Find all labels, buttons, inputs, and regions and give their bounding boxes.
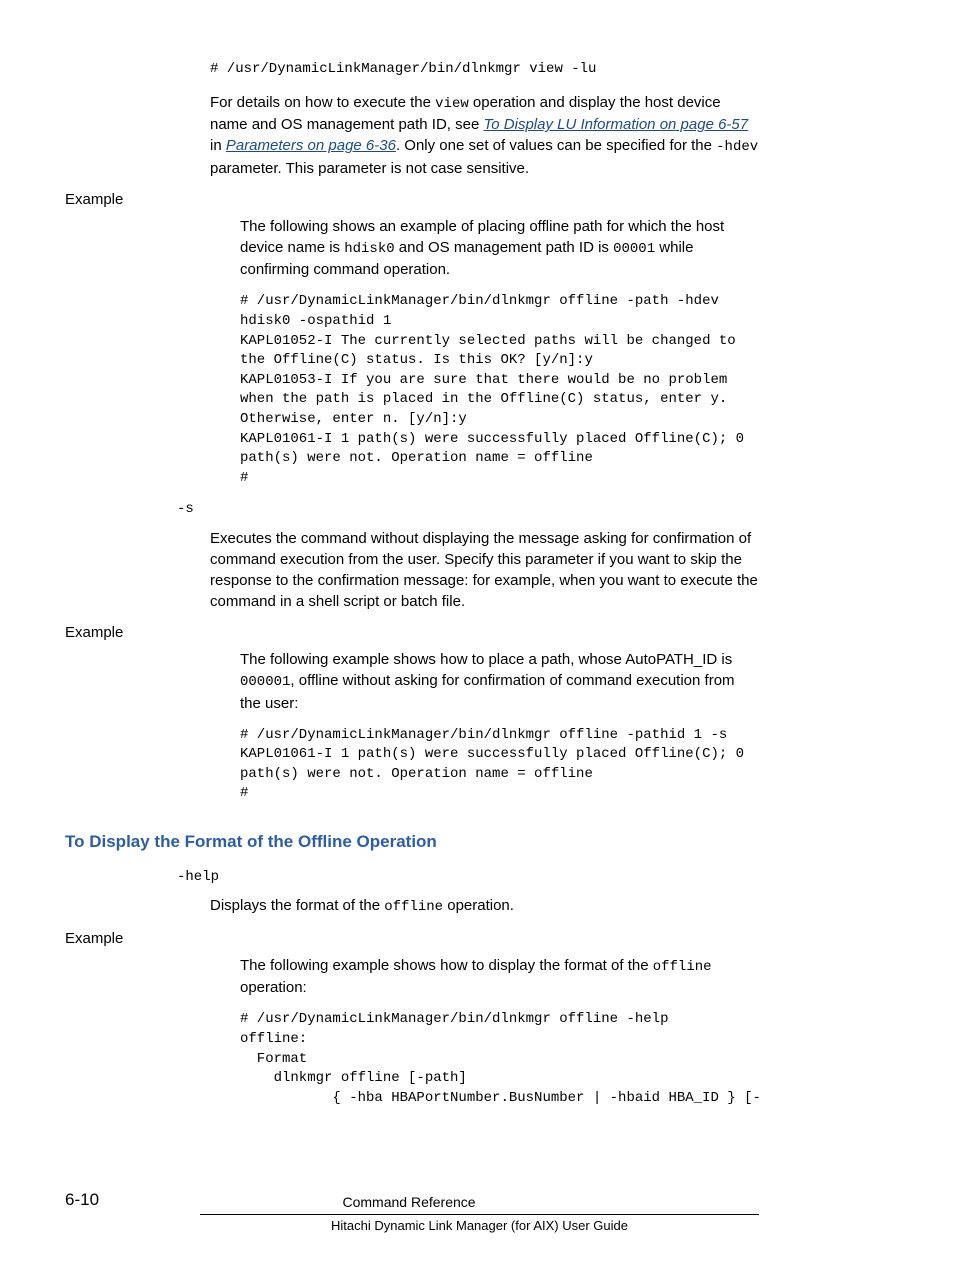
param-s: -s — [177, 500, 759, 520]
text: For details on how to execute the — [210, 94, 435, 111]
inline-code: -hdev — [716, 139, 758, 155]
section-heading: To Display the Format of the Offline Ope… — [65, 830, 759, 854]
command-line: # /usr/DynamicLinkManager/bin/dlnkmgr vi… — [210, 60, 759, 80]
param-s-description: Executes the command without displaying … — [210, 528, 759, 612]
footer-title: Command Reference — [342, 1193, 475, 1213]
text: operation. — [443, 897, 514, 914]
example-heading: Example — [65, 189, 759, 210]
text: parameter. This parameter is not case se… — [210, 160, 529, 177]
code-block: # /usr/DynamicLinkManager/bin/dlnkmgr of… — [240, 1010, 759, 1108]
text: , offline without asking for confirmatio… — [240, 672, 735, 712]
page-number: 6-10 — [65, 1188, 99, 1212]
page-footer: 6-10 Command Reference Hitachi Dynamic L… — [65, 1188, 759, 1235]
inline-code: offline — [384, 899, 443, 915]
paragraph: For details on how to execute the view o… — [210, 92, 759, 179]
footer-rule — [200, 1214, 759, 1215]
footer-subtitle: Hitachi Dynamic Link Manager (for AIX) U… — [200, 1217, 759, 1235]
text: in — [210, 137, 226, 154]
link-lu-info[interactable]: To Display LU Information on page 6-57 — [484, 116, 749, 133]
text: operation: — [240, 979, 307, 996]
example-description: The following shows an example of placin… — [240, 216, 759, 281]
inline-code: 00001 — [613, 241, 655, 257]
code-block: # /usr/DynamicLinkManager/bin/dlnkmgr of… — [240, 726, 759, 804]
code-block: # /usr/DynamicLinkManager/bin/dlnkmgr of… — [240, 292, 759, 488]
text: . Only one set of values can be specifie… — [396, 137, 716, 154]
param-help-description: Displays the format of the offline opera… — [210, 895, 759, 918]
example-description: The following example shows how to displ… — [240, 955, 759, 999]
inline-code: hdisk0 — [344, 241, 394, 257]
text: Displays the format of the — [210, 897, 384, 914]
inline-code: offline — [653, 959, 712, 975]
example-heading: Example — [65, 928, 759, 949]
example-description: The following example shows how to place… — [240, 649, 759, 714]
text: The following example shows how to displ… — [240, 957, 653, 974]
example-heading: Example — [65, 622, 759, 643]
link-parameters[interactable]: Parameters on page 6-36 — [226, 137, 396, 154]
inline-code: view — [435, 96, 469, 112]
param-help: -help — [177, 868, 759, 888]
text: and OS management path ID is — [395, 239, 613, 256]
text: The following example shows how to place… — [240, 651, 732, 668]
inline-code: 000001 — [240, 674, 290, 690]
